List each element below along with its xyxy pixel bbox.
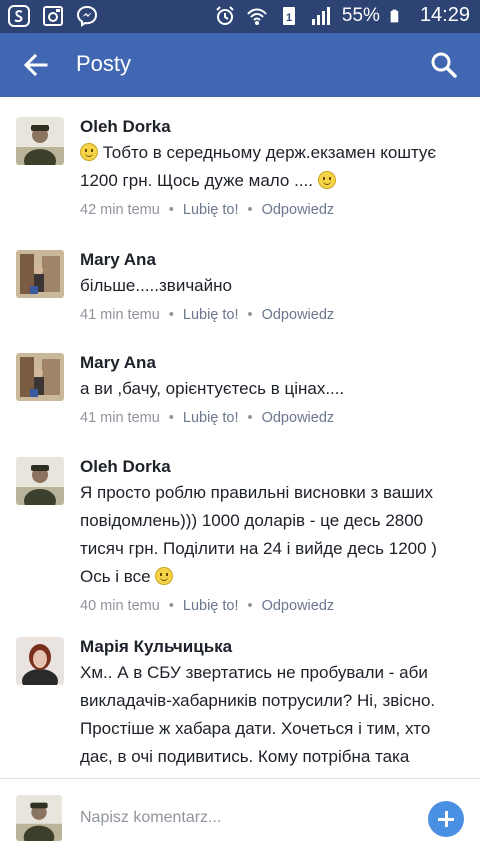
comment-input[interactable]: Napisz komentarz... <box>80 809 221 827</box>
avatar <box>16 795 62 841</box>
messenger-icon <box>76 5 98 27</box>
app-bar: Posty <box>0 33 480 97</box>
status-bar: 1 55% 14:29 <box>0 0 480 33</box>
search-icon[interactable] <box>428 49 460 81</box>
back-arrow-icon[interactable] <box>20 49 52 81</box>
gallery-icon <box>43 6 63 26</box>
svg-text:1: 1 <box>286 12 292 24</box>
battery-percent: 55% <box>341 4 380 26</box>
comments-list: Oleh Dorka Тобто в середньому держ.екзам… <box>0 97 480 777</box>
app-s-icon <box>8 5 30 27</box>
reply-button[interactable]: Odpowiedz <box>262 307 335 323</box>
comment-text: Хм.. А в СБУ звертатись не пробували - а… <box>80 663 436 777</box>
comment-author[interactable]: Mary Ana <box>80 250 464 270</box>
avatar[interactable] <box>16 117 64 165</box>
comment-time: 41 min temu <box>80 410 160 426</box>
like-button[interactable]: Lubię to! <box>183 410 239 426</box>
reply-button[interactable]: Odpowiedz <box>262 410 335 426</box>
comment-author[interactable]: Mary Ana <box>80 353 464 373</box>
alarm-icon <box>216 5 234 25</box>
signal-icon <box>311 6 330 25</box>
comment-time: 40 min temu <box>80 598 160 614</box>
comment-time: 42 min temu <box>80 202 160 218</box>
smile-emoji-icon <box>80 143 98 161</box>
avatar[interactable] <box>16 353 64 401</box>
plus-icon[interactable] <box>428 801 464 837</box>
comment-meta: 42 min temu • Lubię to! • Odpowiedz <box>80 202 335 218</box>
comment-text: Я просто роблю правильні висновки з ваши… <box>80 483 437 586</box>
like-button[interactable]: Lubię to! <box>183 598 239 614</box>
battery-icon <box>390 9 399 22</box>
comment-text: більше.....звичайно <box>80 276 232 295</box>
reply-button[interactable]: Odpowiedz <box>262 598 335 614</box>
reply-button[interactable]: Odpowiedz <box>262 202 335 218</box>
avatar[interactable] <box>16 457 64 505</box>
page-title: Posty <box>76 51 132 76</box>
comment-author[interactable]: Марія Кульчицька <box>80 637 464 657</box>
comment-time: 41 min temu <box>80 307 160 323</box>
smile-emoji-icon <box>155 567 174 585</box>
comment-composer: Napisz komentarz... <box>0 778 480 853</box>
avatar[interactable] <box>16 250 64 298</box>
comment-text: а ви ,бачу, орієнтуєтесь в цінах.... <box>80 379 345 398</box>
comment-author[interactable]: Oleh Dorka <box>80 457 464 477</box>
clock: 14:29 <box>419 4 470 26</box>
like-button[interactable]: Lubię to! <box>183 307 239 323</box>
wifi-icon <box>247 8 267 25</box>
comment-text: Тобто в середньому держ.екзамен коштує 1… <box>80 143 437 190</box>
comment-meta: 41 min temu • Lubię to! • Odpowiedz <box>80 410 335 426</box>
comment-author[interactable]: Oleh Dorka <box>80 117 464 137</box>
comment-meta: 40 min temu • Lubię to! • Odpowiedz <box>80 598 335 614</box>
avatar[interactable] <box>16 637 64 685</box>
like-button[interactable]: Lubię to! <box>183 202 239 218</box>
smile-emoji-icon <box>317 171 336 189</box>
sim-icon: 1 <box>282 6 295 25</box>
comment-meta: 41 min temu • Lubię to! • Odpowiedz <box>80 307 335 323</box>
